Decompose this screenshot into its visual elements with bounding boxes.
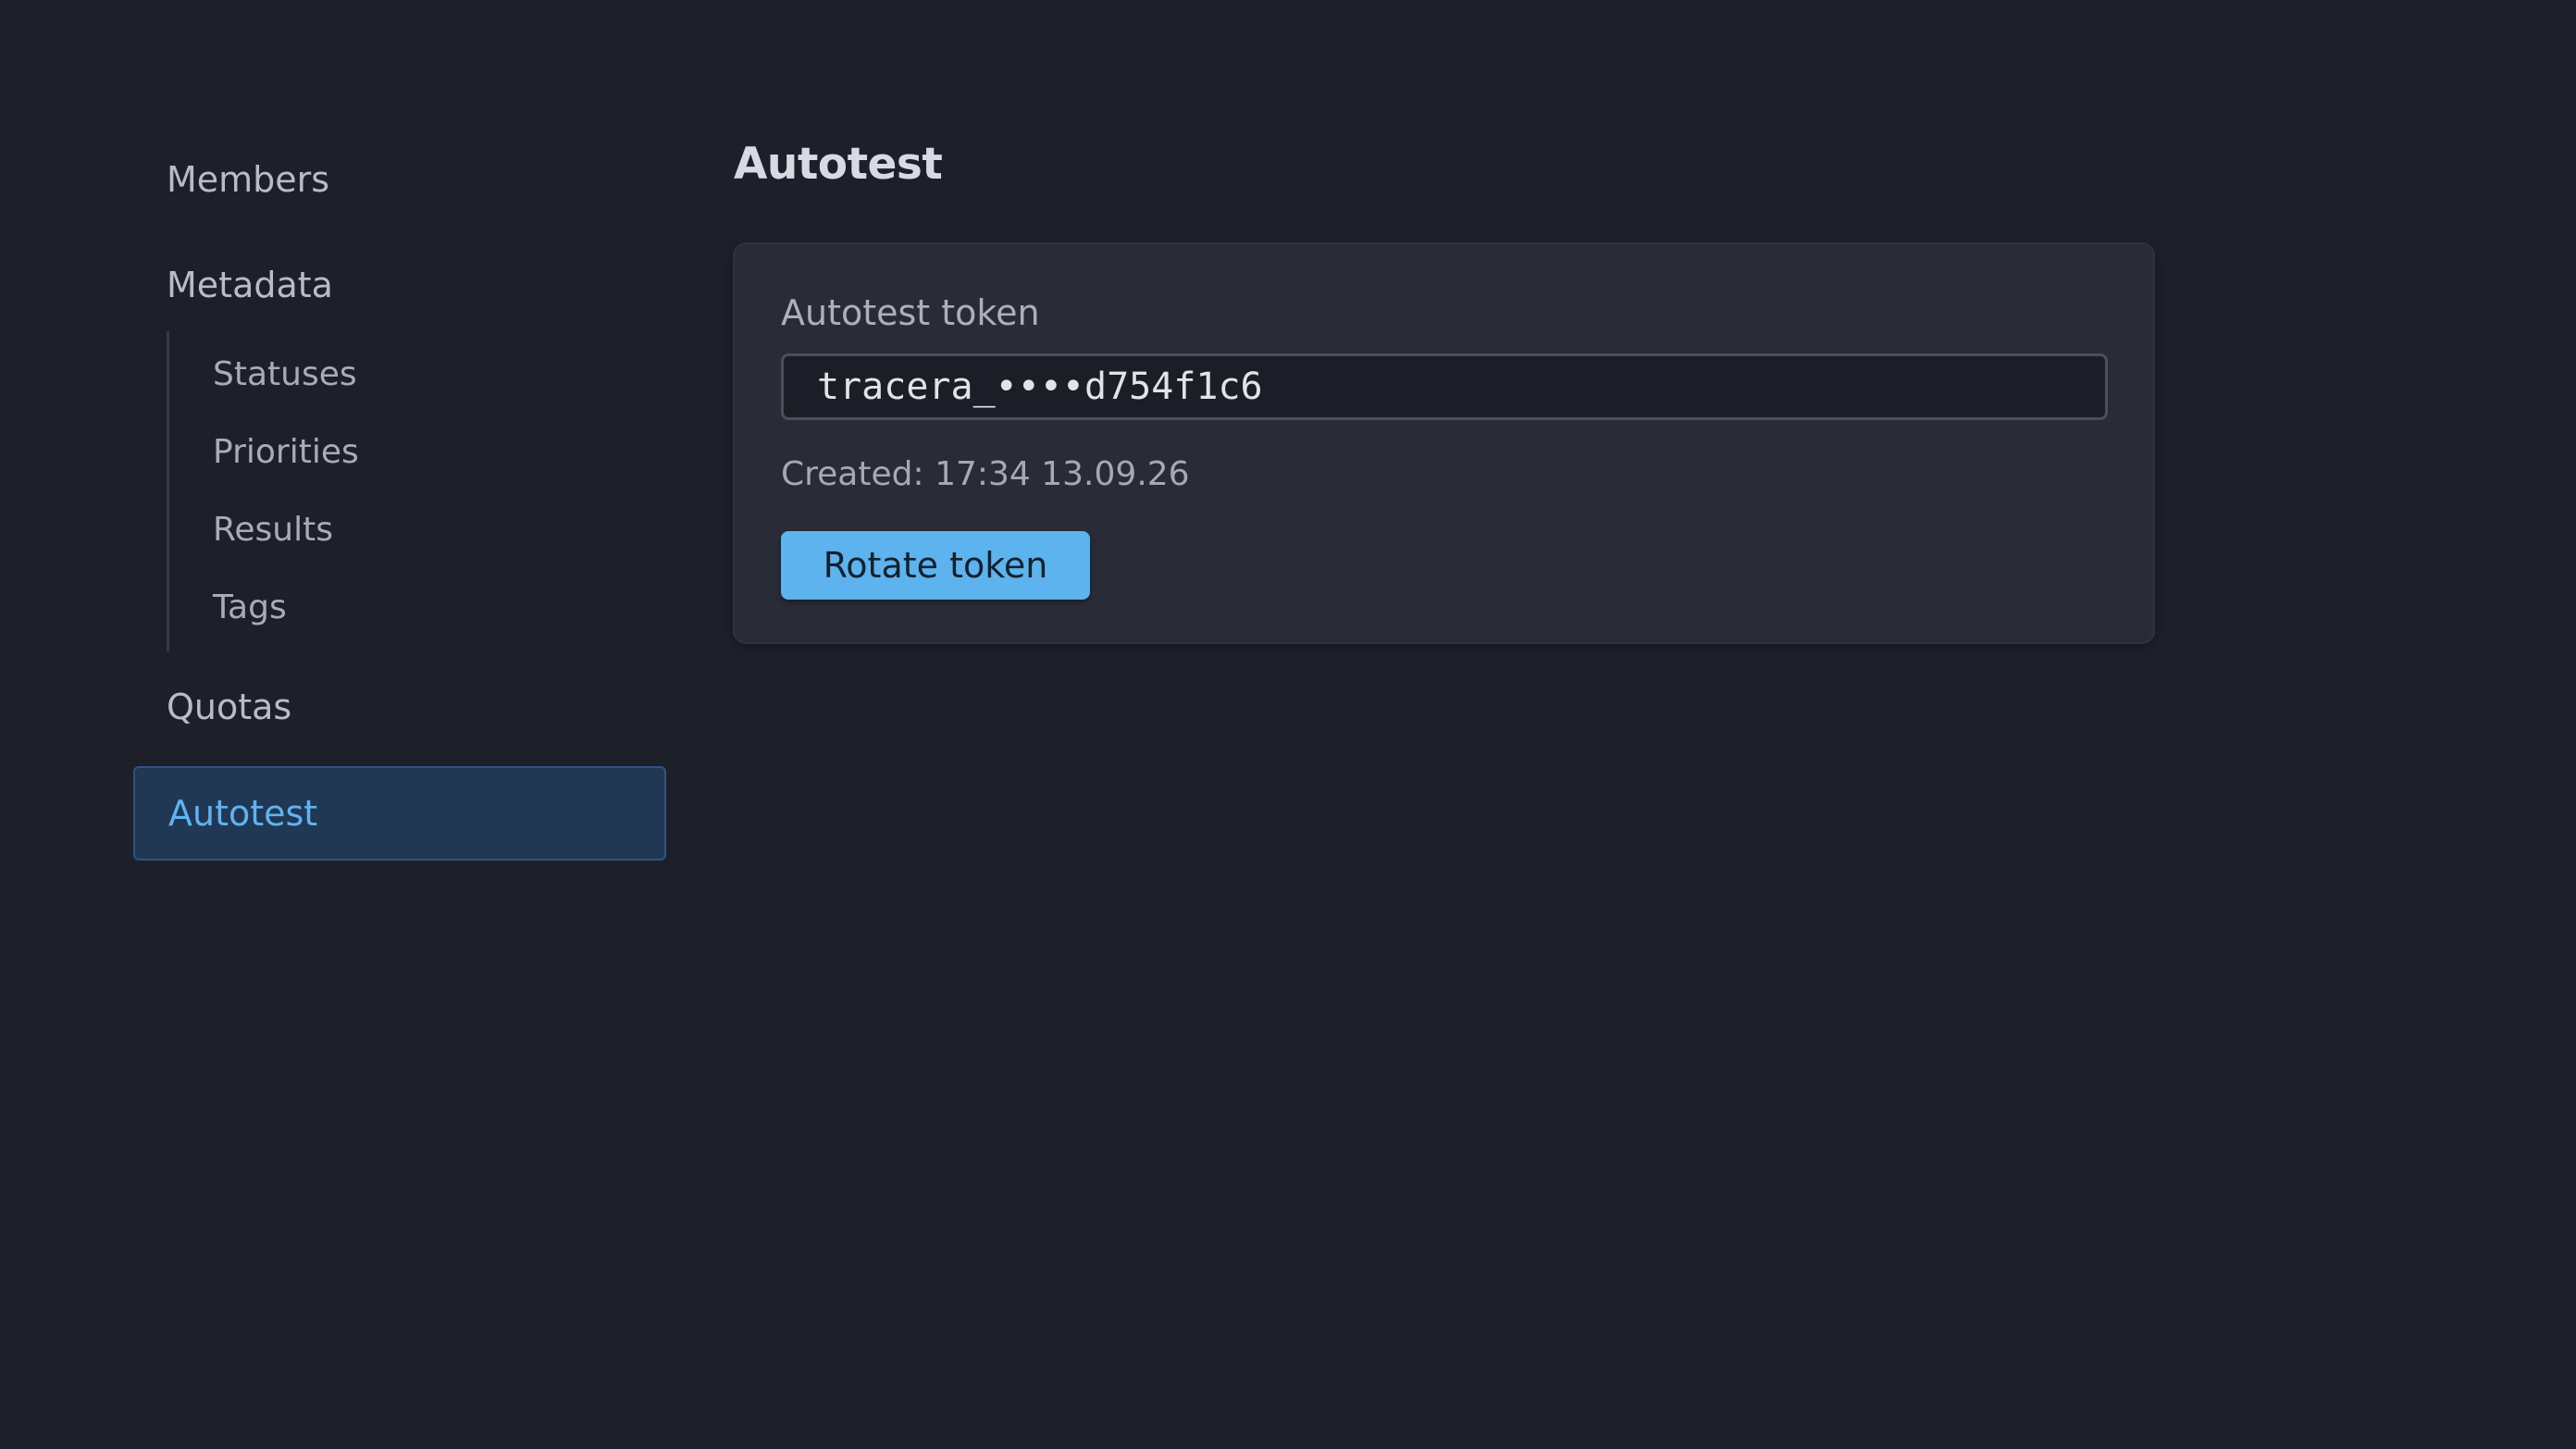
page-title: Autotest	[734, 139, 943, 190]
sidebar-item-label: Members	[167, 159, 330, 200]
sidebar-item-statuses[interactable]: Statuses	[169, 335, 666, 413]
settings-page: Members Metadata Statuses Priorities Res…	[0, 0, 2576, 1449]
sidebar-item-label: Statuses	[213, 354, 357, 393]
sidebar-item-label: Autotest	[168, 793, 318, 834]
sidebar-item-label: Metadata	[167, 265, 333, 305]
sidebar-item-label: Results	[213, 510, 333, 549]
sidebar-item-metadata[interactable]: Metadata	[133, 242, 666, 328]
sidebar-item-results[interactable]: Results	[169, 490, 666, 568]
token-created-info: Created: 17:34 13.09.26	[781, 455, 1190, 493]
settings-sidebar: Members Metadata Statuses Priorities Res…	[133, 137, 666, 861]
sidebar-item-autotest[interactable]: Autotest	[133, 766, 666, 861]
metadata-subnav: Statuses Priorities Results Tags	[167, 331, 666, 651]
autotest-token-card: Autotest token Created: 17:34 13.09.26 R…	[733, 242, 2155, 644]
created-label: Created:	[781, 455, 924, 493]
sidebar-item-label: Tags	[213, 588, 287, 626]
created-timestamp: 17:34 13.09.26	[935, 455, 1190, 493]
sidebar-item-label: Priorities	[213, 432, 359, 471]
rotate-token-button[interactable]: Rotate token	[781, 531, 1090, 600]
token-field[interactable]	[781, 353, 2108, 420]
sidebar-item-label: Quotas	[167, 687, 292, 727]
sidebar-item-priorities[interactable]: Priorities	[169, 413, 666, 490]
token-field-label: Autotest token	[781, 292, 1040, 333]
sidebar-item-tags[interactable]: Tags	[169, 568, 666, 646]
sidebar-item-members[interactable]: Members	[133, 137, 666, 222]
sidebar-item-quotas[interactable]: Quotas	[133, 661, 666, 753]
